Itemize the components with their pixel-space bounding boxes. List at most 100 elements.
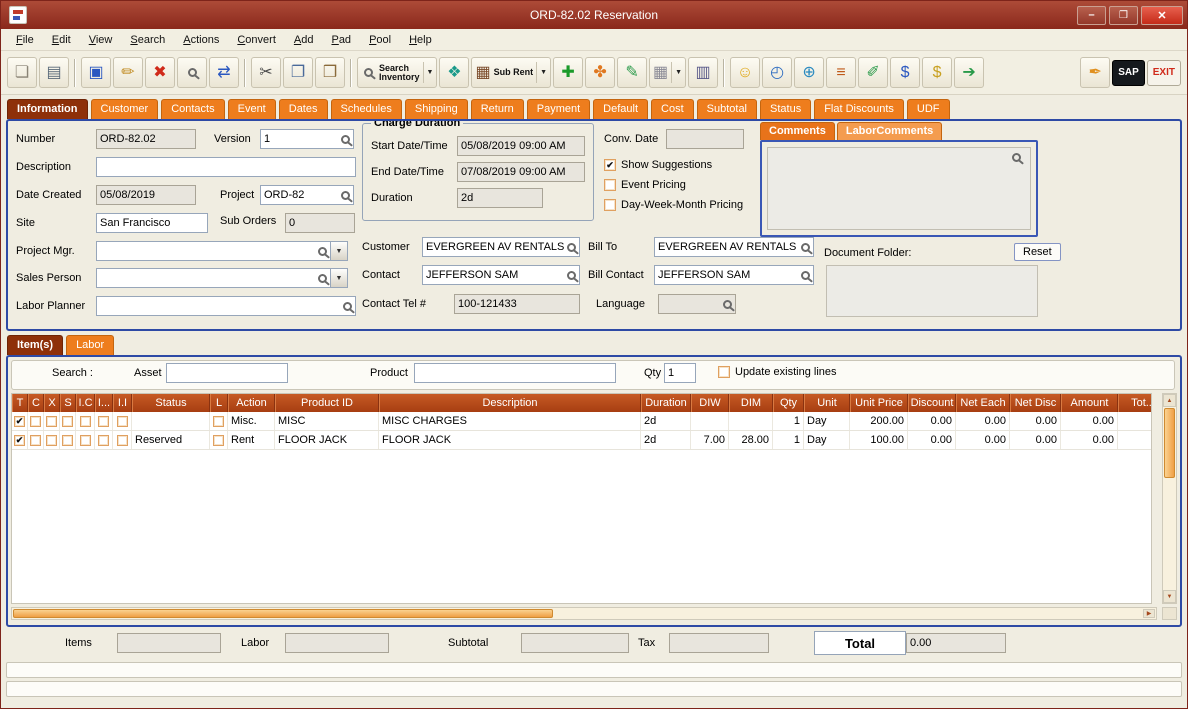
tab-items[interactable]: Item(s) [7,335,63,355]
convert-document-button[interactable]: ⇄ [209,57,239,88]
column-header-s[interactable]: S [60,394,76,412]
magnifier-icon[interactable] [801,243,810,252]
column-header-description[interactable]: Description [379,394,641,412]
contact-field[interactable]: JEFFERSON SAM [422,265,580,285]
column-header-net-each[interactable]: Net Each [956,394,1010,412]
h-scroll-thumb[interactable] [13,609,553,618]
row-checkbox[interactable] [98,435,109,446]
tab-return[interactable]: Return [471,99,524,119]
print-labels-button[interactable]: ▥ [688,57,718,88]
tab-status[interactable]: Status [760,99,811,119]
copy-button[interactable]: ❐ [283,57,313,88]
close-button[interactable] [1141,6,1183,25]
shapes-button[interactable]: ❖ [439,57,469,88]
qty-input[interactable]: 1 [664,363,696,383]
row-checkbox[interactable] [62,416,73,427]
row-checkbox[interactable] [213,435,224,446]
tab-schedules[interactable]: Schedules [331,99,402,119]
contact-tel-field[interactable]: 100-121433 [454,294,580,314]
column-header-i-c[interactable]: I.C [76,394,95,412]
tab-customer[interactable]: Customer [91,99,159,119]
v-scroll-thumb[interactable] [1164,408,1175,478]
menu-file[interactable]: File [7,29,43,51]
asset-input[interactable] [166,363,288,383]
magnifier-icon[interactable] [318,274,327,283]
date-created-field[interactable]: 05/08/2019 [96,185,196,205]
new-order-button[interactable]: ❏ [7,57,37,88]
add-line-button[interactable]: ✚ [553,57,583,88]
menu-actions[interactable]: Actions [174,29,228,51]
paste-button[interactable]: ❒ [315,57,345,88]
row-checkbox[interactable] [14,416,25,427]
customer-smiley-button[interactable]: ☺ [730,57,760,88]
project-field[interactable]: ORD-82 [260,185,354,205]
number-field[interactable]: ORD-82.02 [96,129,196,149]
column-header-i[interactable]: I... [95,394,113,412]
magnifier-icon[interactable] [567,271,576,280]
column-header-discount[interactable]: Discount [908,394,956,412]
description-field[interactable] [96,157,356,177]
row-checkbox[interactable] [213,416,224,427]
row-checkbox[interactable] [14,435,25,446]
magnifier-icon[interactable] [801,271,810,280]
menu-help[interactable]: Help [400,29,441,51]
duration-field[interactable]: 2d [457,188,543,208]
document-folder-box[interactable] [826,265,1038,317]
conv-date-field[interactable] [666,129,744,149]
paintbrush-button[interactable]: ✒ [1080,57,1110,88]
edit-pencil-button[interactable]: ✏ [113,57,143,88]
column-header-t[interactable]: T [12,394,28,412]
magnifier-icon[interactable] [1012,153,1021,162]
magnifier-icon[interactable] [318,247,327,256]
column-header-status[interactable]: Status [132,394,210,412]
tab-shipping[interactable]: Shipping [405,99,468,119]
column-header-dim[interactable]: DIM [729,394,773,412]
update-existing-lines-checkbox[interactable] [718,366,730,378]
column-header-qty[interactable]: Qty [773,394,804,412]
dropdown-button[interactable] [330,269,347,287]
bill-to-field[interactable]: EVERGREEN AV RENTALS [654,237,814,257]
tab-dates[interactable]: Dates [279,99,328,119]
column-header-unit[interactable]: Unit [804,394,850,412]
row-checkbox[interactable] [117,416,128,427]
menu-add[interactable]: Add [285,29,323,51]
customer-field[interactable]: EVERGREEN AV RENTALS [422,237,580,257]
column-header-action[interactable]: Action [228,394,275,412]
tab-cost[interactable]: Cost [651,99,694,119]
transfer-button[interactable]: ➔ [954,57,984,88]
product-input[interactable] [414,363,616,383]
notes-button[interactable]: ✎ [617,57,647,88]
scroll-up-button[interactable] [1163,394,1176,407]
print-button[interactable]: ▤ [39,57,69,88]
column-header-unit-price[interactable]: Unit Price [850,394,908,412]
tab-udf[interactable]: UDF [907,99,950,119]
row-checkbox[interactable] [98,416,109,427]
labor-planner-field[interactable] [96,296,356,316]
find-button[interactable] [177,57,207,88]
site-field[interactable]: San Francisco [96,213,208,233]
column-header-duration[interactable]: Duration [641,394,691,412]
history-clock-button[interactable]: ◴ [762,57,792,88]
tab-payment[interactable]: Payment [527,99,590,119]
row-checkbox[interactable] [46,416,57,427]
event-pricing-checkbox[interactable] [604,179,616,191]
tab-labor[interactable]: Labor [66,335,114,355]
tab-flat-discounts[interactable]: Flat Discounts [814,99,904,119]
options-balls-button[interactable]: ✤ [585,57,615,88]
column-header-l[interactable]: L [210,394,228,412]
calendar-button[interactable]: ▦ [649,57,686,88]
table-row[interactable]: Misc.MISCMISC CHARGES2d1Day200.000.000.0… [12,412,1151,431]
column-header-i-i[interactable]: I.I [113,394,132,412]
column-header-net-disc[interactable]: Net Disc [1010,394,1061,412]
vertical-scrollbar[interactable] [1162,393,1177,604]
minimize-button[interactable] [1077,6,1106,25]
save-button[interactable]: ▣ [81,57,111,88]
reset-button[interactable]: Reset [1014,243,1061,261]
comments-textarea[interactable] [767,147,1031,230]
menu-pad[interactable]: Pad [322,29,360,51]
tab-subtotal[interactable]: Subtotal [697,99,757,119]
sap-button[interactable]: SAP [1112,60,1145,86]
end-datetime-field[interactable]: 07/08/2019 09:00 AM [457,162,585,182]
magnifier-icon[interactable] [343,302,352,311]
tab-contacts[interactable]: Contacts [161,99,224,119]
